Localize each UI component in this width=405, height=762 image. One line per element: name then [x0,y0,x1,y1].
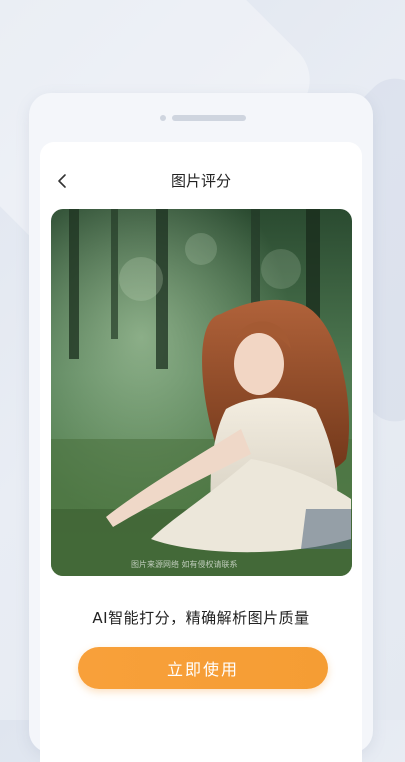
forest-portrait-image: 图片来源网络 如有侵权请联系 [51,209,352,576]
use-now-button[interactable]: 立即使用 [78,647,328,689]
phone-camera-dot [160,115,166,121]
phone-mockup-frame: 图片评分 图片来源网络 如有侵权请联系 AI智能打分，精确解析图片质量 立即使用 [29,93,373,762]
app-screen: 图片评分 图片来源网络 如有侵权请联系 AI智能打分，精确解析图片质量 立即使用 [40,142,362,762]
feature-tagline: AI智能打分，精确解析图片质量 [92,609,310,627]
preview-photo: 图片来源网络 如有侵权请联系 [51,209,352,576]
photo-watermark: 图片来源网络 如有侵权请联系 [131,559,238,569]
phone-speaker-bar [172,115,246,121]
page-title: 图片评分 [170,172,231,190]
